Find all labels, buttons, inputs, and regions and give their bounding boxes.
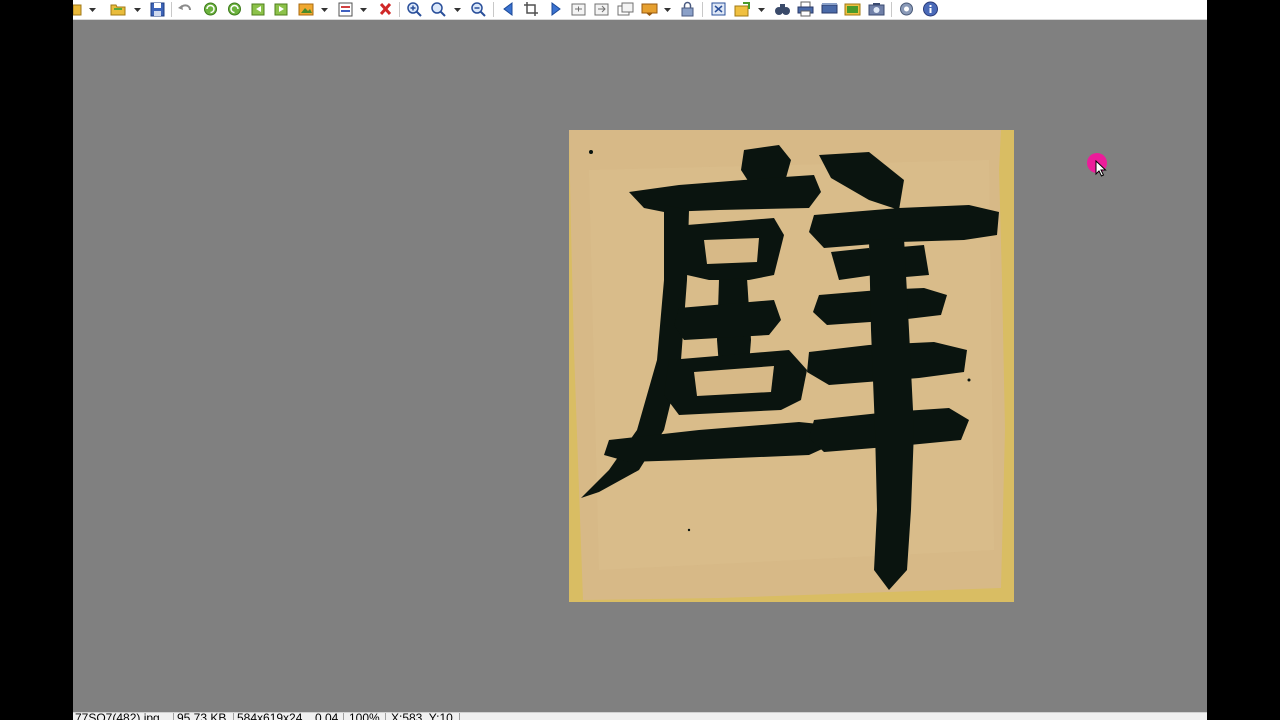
calligraphy-image: [569, 130, 1014, 602]
properties-icon[interactable]: [337, 1, 354, 17]
chevron-down-icon[interactable]: [359, 3, 368, 15]
toolbar-separator: [891, 2, 892, 17]
zoom-out-icon[interactable]: [470, 1, 487, 17]
toolbar: [73, 0, 1207, 20]
paste-icon[interactable]: [273, 1, 290, 17]
status-filename: 77SQ7(482).jpg: [75, 712, 160, 720]
status-bar: 77SQ7(482).jpg 95.73 KB 584x619x24 0.04 …: [73, 712, 1207, 720]
toolbar-separator: [171, 2, 172, 17]
toolbar-separator: [493, 2, 494, 17]
chevron-down-icon[interactable]: [757, 3, 766, 15]
slideshow-icon[interactable]: [298, 1, 315, 17]
status-divider: [385, 713, 386, 720]
fit-icon[interactable]: [570, 1, 587, 17]
rotate-right-icon[interactable]: [226, 1, 243, 17]
email-icon[interactable]: [844, 1, 861, 17]
status-coords: X:583, Y:10: [391, 712, 453, 720]
status-divider: [233, 713, 234, 720]
zoom-in-icon[interactable]: [406, 1, 423, 17]
effects-icon[interactable]: [641, 1, 658, 17]
status-extra: 0.04: [315, 712, 339, 720]
status-dimensions: 584x619x24: [237, 712, 303, 720]
find-icon[interactable]: [774, 1, 791, 17]
previous-icon[interactable]: [500, 1, 517, 17]
info-icon[interactable]: [922, 1, 939, 17]
image-viewport[interactable]: [73, 20, 1207, 712]
rotate-left-icon[interactable]: [202, 1, 219, 17]
thumbnail-icon[interactable]: [617, 1, 634, 17]
save-icon[interactable]: [149, 1, 166, 17]
status-divider: [459, 713, 460, 720]
toolbar-separator: [702, 2, 703, 17]
print-icon[interactable]: [797, 1, 814, 17]
chevron-down-icon[interactable]: [133, 3, 142, 15]
next-icon[interactable]: [547, 1, 564, 17]
delete-icon[interactable]: [377, 1, 394, 17]
status-divider: [343, 713, 344, 720]
status-zoom: 100%: [349, 712, 380, 720]
zoom-icon[interactable]: [430, 1, 447, 17]
open-folder-icon[interactable]: [110, 1, 127, 17]
undo-icon[interactable]: [177, 1, 194, 17]
chevron-down-icon[interactable]: [663, 3, 672, 15]
copy-icon[interactable]: [250, 1, 267, 17]
scanner-icon[interactable]: [821, 1, 838, 17]
status-divider: [173, 713, 174, 720]
image-viewer-window: 77SQ7(482).jpg 95.73 KB 584x619x24 0.04 …: [73, 0, 1207, 720]
mouse-pointer-icon: [1095, 160, 1107, 177]
status-filesize: 95.73 KB: [177, 712, 227, 720]
chevron-down-icon[interactable]: [320, 3, 329, 15]
resize-icon[interactable]: [710, 1, 727, 17]
chevron-down-icon[interactable]: [453, 3, 462, 15]
crop-icon[interactable]: [523, 1, 540, 17]
edit-icon[interactable]: [734, 1, 751, 17]
settings-icon[interactable]: [898, 1, 915, 17]
calligraphy-character-drawing: [569, 130, 1005, 600]
fullscreen-icon[interactable]: [593, 1, 610, 17]
toolbar-separator: [399, 2, 400, 17]
lock-icon[interactable]: [679, 1, 696, 17]
chevron-down-icon[interactable]: [88, 3, 97, 15]
screenshot-icon[interactable]: [868, 1, 885, 17]
